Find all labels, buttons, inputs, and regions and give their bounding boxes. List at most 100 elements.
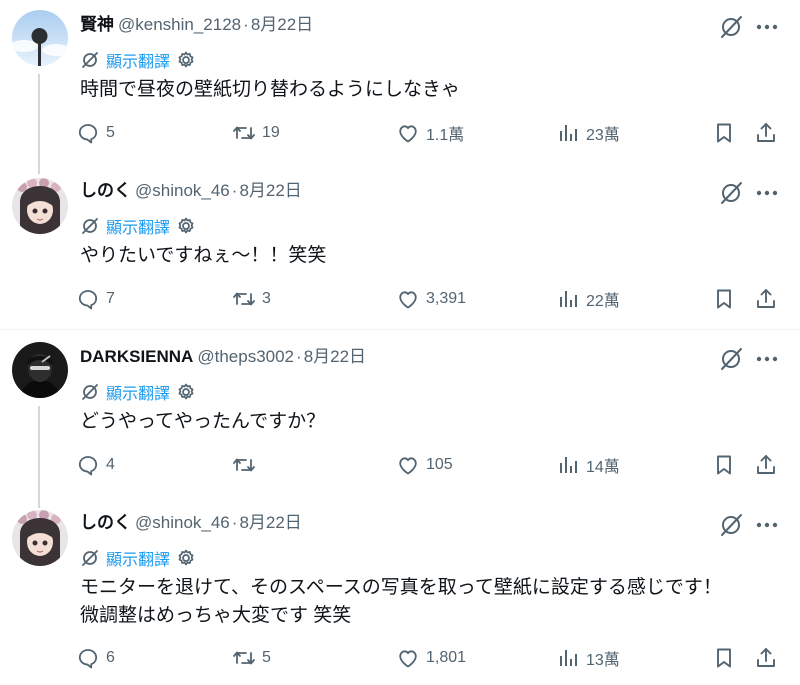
show-translation-label: 顯示翻譯 [106, 220, 171, 237]
views-button[interactable]: 23萬 [556, 116, 620, 150]
tweet-date[interactable]: 8月22日 [251, 15, 313, 34]
tweet-text: どうやってやったんですか？ [80, 408, 325, 436]
like-button[interactable]: 1,801 [396, 641, 466, 675]
retweet-count: 3 [262, 290, 271, 307]
retweet-button[interactable]: 5 [232, 641, 271, 675]
tweet-text-line: 時間で昼夜の壁紙切り替わるようにしなきゃ [80, 79, 461, 100]
like-count: 3,391 [426, 290, 467, 307]
like-button[interactable]: 105 [396, 448, 453, 482]
like-button[interactable]: 3,391 [396, 282, 466, 316]
bookmark-icon [717, 648, 731, 668]
views-chart-icon [560, 650, 577, 666]
avatar[interactable] [12, 510, 68, 566]
show-translation-link[interactable]: 顯示翻譯 [80, 214, 196, 238]
avatar-anime-girl-icon [12, 510, 68, 566]
tweet-date[interactable]: 8月22日 [239, 181, 301, 200]
display-name[interactable]: しのく [80, 181, 131, 200]
tweet-date[interactable]: 8月22日 [239, 513, 301, 532]
avatar[interactable] [12, 178, 68, 234]
action-bar: 4 105 14萬 [76, 448, 786, 482]
reply-count: 5 [106, 124, 115, 141]
tweet-header: しのく @shinok_46 · 8月22日 [80, 512, 302, 534]
action-bar: 6 5 1,801 13萬 [76, 641, 786, 675]
show-translation-link[interactable]: 顯示翻譯 [80, 546, 196, 570]
reply-button[interactable]: 6 [76, 641, 115, 675]
avatar[interactable] [12, 10, 68, 66]
gear-icon[interactable] [176, 382, 196, 402]
divider [0, 329, 800, 330]
view-count: 13萬 [586, 652, 620, 669]
display-name[interactable]: しのく [80, 513, 131, 532]
reply-count: 4 [106, 456, 115, 473]
show-translation-label: 顯示翻譯 [106, 54, 171, 71]
views-chart-icon [560, 291, 577, 307]
retweet-count: 19 [262, 124, 280, 141]
show-translation-link[interactable]: 顯示翻譯 [80, 380, 196, 404]
retweet-button[interactable]: 19 [232, 116, 280, 150]
more-options-icon[interactable] [752, 344, 782, 374]
avatar-anime-girl-icon [12, 178, 68, 234]
translate-icon [82, 52, 98, 68]
show-translation-label: 顯示翻譯 [106, 386, 171, 403]
share-icon [757, 123, 775, 142]
tweet[interactable]: 賢神 @kenshin_2128 · 8月22日 顯示翻譯 時間で昼夜の壁紙切り替わる… [0, 0, 800, 164]
reply-button[interactable]: 5 [76, 116, 115, 150]
gear-icon[interactable] [176, 216, 196, 236]
gear-icon[interactable] [176, 548, 196, 568]
grok-icon[interactable] [716, 178, 746, 208]
reply-button[interactable]: 7 [76, 282, 115, 316]
like-button[interactable]: 1.1萬 [396, 116, 464, 150]
heart-icon [399, 125, 417, 143]
user-handle[interactable]: @kenshin_2128 [118, 15, 241, 34]
translate-icon [82, 550, 98, 566]
views-button[interactable]: 22萬 [556, 282, 620, 316]
share-icon [757, 455, 775, 474]
translate-icon [82, 384, 98, 400]
tweet-text: 時間で昼夜の壁紙切り替わるようにしなきゃ [80, 76, 460, 104]
bookmark-icon [717, 123, 731, 143]
reply-button[interactable]: 4 [76, 448, 115, 482]
share-button[interactable] [754, 641, 778, 675]
user-handle[interactable]: @shinok_46 [135, 513, 230, 532]
retweet-button[interactable]: 3 [232, 282, 271, 316]
views-button[interactable]: 13萬 [556, 641, 620, 675]
separator-dot: · [243, 15, 249, 34]
action-bar: 7 3 3,391 22萬 [76, 282, 786, 316]
grok-icon[interactable] [716, 510, 746, 540]
bookmark-button[interactable] [712, 282, 736, 316]
tweet-text-line: やりたいですねぇ〜！！笑笑 [80, 245, 327, 266]
action-bar: 5 19 1.1萬 23萬 [76, 116, 786, 150]
user-handle[interactable]: @shinok_46 [135, 181, 230, 200]
bookmark-button[interactable] [712, 448, 736, 482]
separator-dot: · [231, 513, 238, 532]
user-handle[interactable]: @theps3002 [197, 347, 294, 366]
more-options-icon[interactable] [752, 12, 782, 42]
tweet-date[interactable]: 8月22日 [304, 347, 366, 366]
bookmark-button[interactable] [712, 116, 736, 150]
views-button[interactable]: 14萬 [556, 448, 620, 482]
reply-count: 6 [106, 649, 115, 666]
view-count: 22萬 [586, 293, 620, 310]
tweet[interactable]: しのく @shinok_46 · 8月22日 顯示翻譯 モニターを退けて、そのスペース… [0, 498, 800, 685]
retweet-icon [233, 458, 255, 472]
tweet[interactable]: しのく @shinok_46 · 8月22日 顯示翻譯 やりたいですねぇ〜！！笑笑 7… [0, 166, 800, 326]
grok-icon[interactable] [716, 12, 746, 42]
display-name[interactable]: DARKSIENNA [80, 347, 193, 366]
reply-icon [78, 290, 98, 310]
views-chart-icon [560, 457, 577, 473]
tweet[interactable]: DARKSIENNA @theps3002 · 8月22日 顯示翻譯 どうやってやった… [0, 332, 800, 496]
heart-icon [399, 291, 417, 309]
more-options-icon[interactable] [752, 178, 782, 208]
gear-icon[interactable] [176, 50, 196, 70]
show-translation-link[interactable]: 顯示翻譯 [80, 48, 196, 72]
display-name[interactable]: 賢神 [80, 15, 114, 34]
retweet-button[interactable] [232, 448, 262, 482]
share-button[interactable] [754, 116, 778, 150]
grok-icon[interactable] [716, 344, 746, 374]
share-button[interactable] [754, 448, 778, 482]
more-options-icon[interactable] [752, 510, 782, 540]
avatar[interactable] [12, 342, 68, 398]
share-button[interactable] [754, 282, 778, 316]
bookmark-button[interactable] [712, 641, 736, 675]
reply-icon [78, 649, 98, 669]
